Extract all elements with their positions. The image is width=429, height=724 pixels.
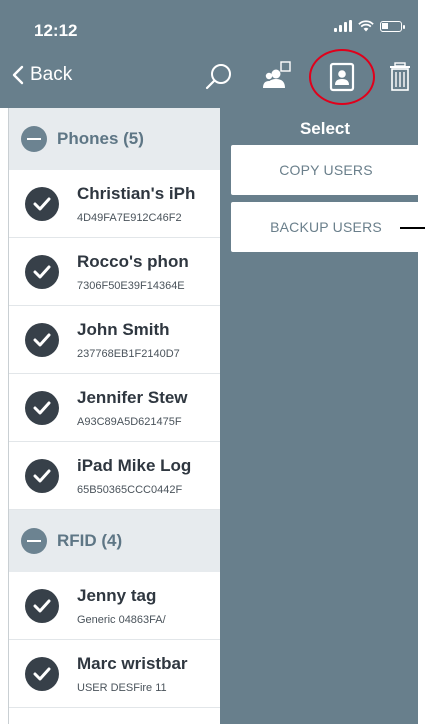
backup-users-button[interactable]: BACKUP USERS (231, 202, 421, 252)
item-subtitle: 65B50365CCC0442F (77, 483, 183, 496)
list-item[interactable]: Jenny tag Generic 04863FA/ (9, 572, 220, 640)
list-item[interactable]: John Smith 237768EB1F2140D7 (9, 306, 220, 374)
item-subtitle: 7306F50E39F14364E (77, 279, 185, 292)
item-title: Marc wristbar (77, 653, 188, 673)
select-panel: Select COPY USERS BACKUP USERS (220, 108, 421, 724)
user-list[interactable]: Phones (5) Christian's iPh 4D49FA7E912C4… (8, 108, 220, 724)
signal-icon (334, 20, 352, 32)
item-subtitle: A93C89A5D621475F (77, 415, 182, 428)
item-subtitle: Generic 04863FA/ (77, 613, 166, 626)
section-header-phones[interactable]: Phones (5) (9, 108, 220, 170)
section-title: Phones (5) (57, 129, 144, 148)
section-header-rfid[interactable]: RFID (4) (9, 510, 220, 572)
search-icon[interactable] (204, 62, 234, 92)
item-title: Jennifer Stew (77, 387, 188, 407)
trash-icon[interactable] (388, 62, 412, 92)
list-item[interactable]: Jennifer Stew A93C89A5D621475F (9, 374, 220, 442)
battery-icon (380, 20, 405, 32)
back-label: Back (30, 64, 73, 85)
callout-pointer-line (400, 227, 425, 229)
wifi-icon (358, 20, 374, 32)
status-time: 12:12 (34, 21, 78, 40)
list-item[interactable]: iPad Mike Log 65B50365CCC0442F (9, 442, 220, 510)
panel-title: Select (299, 119, 351, 138)
list-item[interactable]: Marc wristbar USER DESFire 11 (9, 640, 220, 708)
checkmark-icon[interactable] (25, 390, 59, 425)
checkmark-icon[interactable] (25, 186, 59, 221)
back-button[interactable]: Back (12, 64, 72, 86)
status-icons (334, 20, 405, 32)
users-icon[interactable] (262, 60, 296, 92)
checkmark-icon[interactable] (25, 322, 59, 357)
item-title: iPad Mike Log (77, 455, 192, 475)
section-title: RFID (4) (57, 531, 123, 550)
checkmark-icon[interactable] (25, 458, 59, 493)
navigation-bar: 12:12 Back (0, 0, 418, 108)
list-item[interactable]: Rocco's phon 7306F50E39F14364E (9, 238, 220, 306)
list-item[interactable]: Christian's iPh 4D49FA7E912C46F2 (9, 170, 220, 238)
copy-users-button[interactable]: COPY USERS (231, 145, 421, 195)
item-title: Rocco's phon (77, 251, 189, 271)
item-subtitle: USER DESFire 11 (77, 681, 167, 694)
app-screen: 12:12 Back Phones (5) Christian's iPh 4D… (0, 0, 429, 724)
collapse-icon[interactable] (21, 126, 47, 152)
item-title: John Smith (77, 319, 170, 339)
checkmark-icon[interactable] (25, 254, 59, 289)
collapse-icon[interactable] (21, 528, 47, 554)
chevron-left-icon (12, 65, 24, 85)
checkmark-icon[interactable] (25, 656, 59, 691)
item-subtitle: 4D49FA7E912C46F2 (77, 211, 182, 224)
item-title: Jenny tag (77, 585, 157, 605)
checkmark-icon[interactable] (25, 588, 59, 623)
item-subtitle: 237768EB1F2140D7 (77, 347, 180, 360)
contact-card-icon[interactable] (327, 61, 357, 93)
item-title: Christian's iPh (77, 183, 196, 203)
